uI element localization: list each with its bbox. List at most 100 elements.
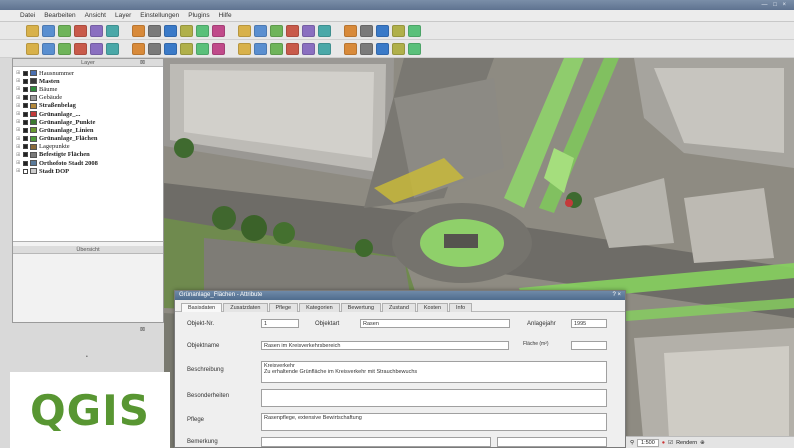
expand-icon[interactable]: ⊞ (16, 111, 21, 117)
layer-visibility-checkbox[interactable] (23, 119, 28, 125)
spatial-query-icon[interactable] (344, 42, 357, 55)
expand-icon[interactable]: ⊞ (16, 144, 21, 150)
layer-item[interactable]: ⊞ Lagepunkte (13, 143, 163, 151)
expand-icon[interactable]: ⊞ (16, 127, 21, 133)
stop-render-icon[interactable]: ● (662, 440, 665, 446)
menu-view[interactable]: Ansicht (85, 12, 106, 19)
refresh-icon[interactable] (180, 24, 193, 37)
select-icon[interactable] (212, 24, 225, 37)
expand-icon[interactable]: ⊞ (16, 136, 21, 142)
layer-item[interactable]: ⊞ Grünanlage_Punkte (13, 118, 163, 126)
panel-close-icon[interactable]: ⊠ (140, 59, 145, 66)
layer-visibility-checkbox[interactable] (23, 103, 28, 109)
annotation-icon[interactable] (270, 24, 283, 37)
layer-visibility-checkbox[interactable] (23, 168, 28, 174)
deselect-icon[interactable] (238, 24, 251, 37)
layer-item[interactable]: ⊞ Hausnummer (13, 69, 163, 77)
dialog-tab[interactable]: Pflege (268, 303, 299, 312)
layer-visibility-checkbox[interactable] (23, 144, 28, 150)
objekt-nr-field[interactable]: 1 (261, 319, 299, 328)
expand-icon[interactable]: ⊞ (16, 152, 21, 158)
zoom-in-icon[interactable] (132, 24, 145, 37)
digitize-icon[interactable] (302, 24, 315, 37)
expand-icon[interactable]: ⊞ (16, 70, 21, 76)
beschreibung-field[interactable]: Kreisverkehr Zu erhaltende Grünfläche im … (261, 361, 607, 383)
layer-item[interactable]: ⊞ Stadt DOP (13, 167, 163, 175)
measure-icon[interactable] (254, 24, 267, 37)
zoom-full-icon[interactable] (164, 24, 177, 37)
add-raster-icon[interactable] (42, 42, 55, 55)
window-controls[interactable]: — □ × (762, 0, 788, 10)
new-layer-icon[interactable] (132, 42, 145, 55)
dialog-close-icon[interactable]: ? × (612, 291, 621, 300)
menu-help[interactable]: Hilfe (219, 12, 232, 19)
flaeche-field[interactable] (571, 341, 607, 350)
chart-icon[interactable] (270, 42, 283, 55)
expand-icon[interactable]: ⊞ (16, 103, 21, 109)
layer-item[interactable]: ⊞ Masten (13, 77, 163, 85)
layer-visibility-checkbox[interactable] (23, 95, 28, 101)
add-wfs-icon[interactable] (90, 42, 103, 55)
help-icon[interactable] (408, 42, 421, 55)
open-icon[interactable] (42, 24, 55, 37)
scale-field[interactable]: 1:500 (637, 438, 659, 447)
menu-layer[interactable]: Layer (115, 12, 131, 19)
dialog-tab[interactable]: Kategorien (299, 303, 340, 312)
layer-visibility-checkbox[interactable] (23, 152, 28, 158)
anlagejahr-field[interactable]: 1995 (571, 319, 607, 328)
add-wms-icon[interactable] (74, 42, 87, 55)
gps-icon[interactable] (238, 42, 251, 55)
pflege-field[interactable]: Rasenpflege, extensive Bewirtschaftung (261, 413, 607, 431)
menu-file[interactable]: Datei (20, 12, 35, 19)
help-icon[interactable] (408, 24, 421, 37)
objektname-field[interactable]: Rasen im Kreisverkehrsbereich (261, 341, 509, 350)
menu-edit[interactable]: Bearbeiten (44, 12, 75, 19)
menu-plugins[interactable]: Plugins (188, 12, 209, 19)
expand-icon[interactable]: ⊞ (16, 86, 21, 92)
layer-visibility-checkbox[interactable] (23, 78, 28, 84)
layer-item[interactable]: ⊞ Grünanlage_... (13, 110, 163, 118)
edit-icon[interactable] (318, 24, 331, 37)
zoom-out-icon[interactable] (148, 24, 161, 37)
print-composer-icon[interactable] (392, 42, 405, 55)
move-icon[interactable] (360, 24, 373, 37)
undo-icon[interactable] (376, 24, 389, 37)
layer-visibility-checkbox[interactable] (23, 127, 28, 133)
add-csv-icon[interactable] (106, 42, 119, 55)
save-as-icon[interactable] (74, 24, 87, 37)
overview-close-icon[interactable]: ⊠ (140, 326, 145, 333)
layer-visibility-checkbox[interactable] (23, 136, 28, 142)
expand-icon[interactable]: ⊞ (16, 119, 21, 125)
dialog-tab[interactable]: Kosten (416, 303, 449, 312)
dialog-tab[interactable]: Bewertung (340, 303, 382, 312)
label-icon[interactable] (286, 24, 299, 37)
topology-icon[interactable] (376, 42, 389, 55)
osm-icon[interactable] (302, 42, 315, 55)
layer-visibility-checkbox[interactable] (23, 70, 28, 76)
objektart-select[interactable]: Rasen (360, 319, 510, 328)
layer-visibility-checkbox[interactable] (23, 86, 28, 92)
python-icon[interactable] (180, 42, 193, 55)
heatmap-icon[interactable] (360, 42, 373, 55)
layer-visibility-checkbox[interactable] (23, 160, 28, 166)
menu-settings[interactable]: Einstellungen (140, 12, 179, 19)
save-icon[interactable] (58, 24, 71, 37)
add-vector-icon[interactable] (26, 42, 39, 55)
layer-item[interactable]: ⊞ Straßenbelag (13, 102, 163, 110)
redo-icon[interactable] (392, 24, 405, 37)
georef-icon[interactable] (212, 42, 225, 55)
plugin-icon[interactable] (164, 42, 177, 55)
globe-icon[interactable] (286, 42, 299, 55)
layer-item[interactable]: ⊞ Grünanlage_Linien (13, 126, 163, 134)
bemerkung-extra-field[interactable] (497, 437, 607, 447)
besonderheiten-field[interactable] (261, 389, 607, 407)
delimited-icon[interactable] (318, 42, 331, 55)
dialog-tab[interactable]: Zustand (382, 303, 416, 312)
expand-icon[interactable]: ⊞ (16, 160, 21, 166)
table-icon[interactable] (254, 42, 267, 55)
node-icon[interactable] (344, 24, 357, 37)
dialog-tab[interactable]: Basisdaten (181, 303, 223, 312)
add-postgis-icon[interactable] (58, 42, 71, 55)
layer-item[interactable]: ⊞ Bäume (13, 85, 163, 93)
new-project-icon[interactable] (26, 24, 39, 37)
